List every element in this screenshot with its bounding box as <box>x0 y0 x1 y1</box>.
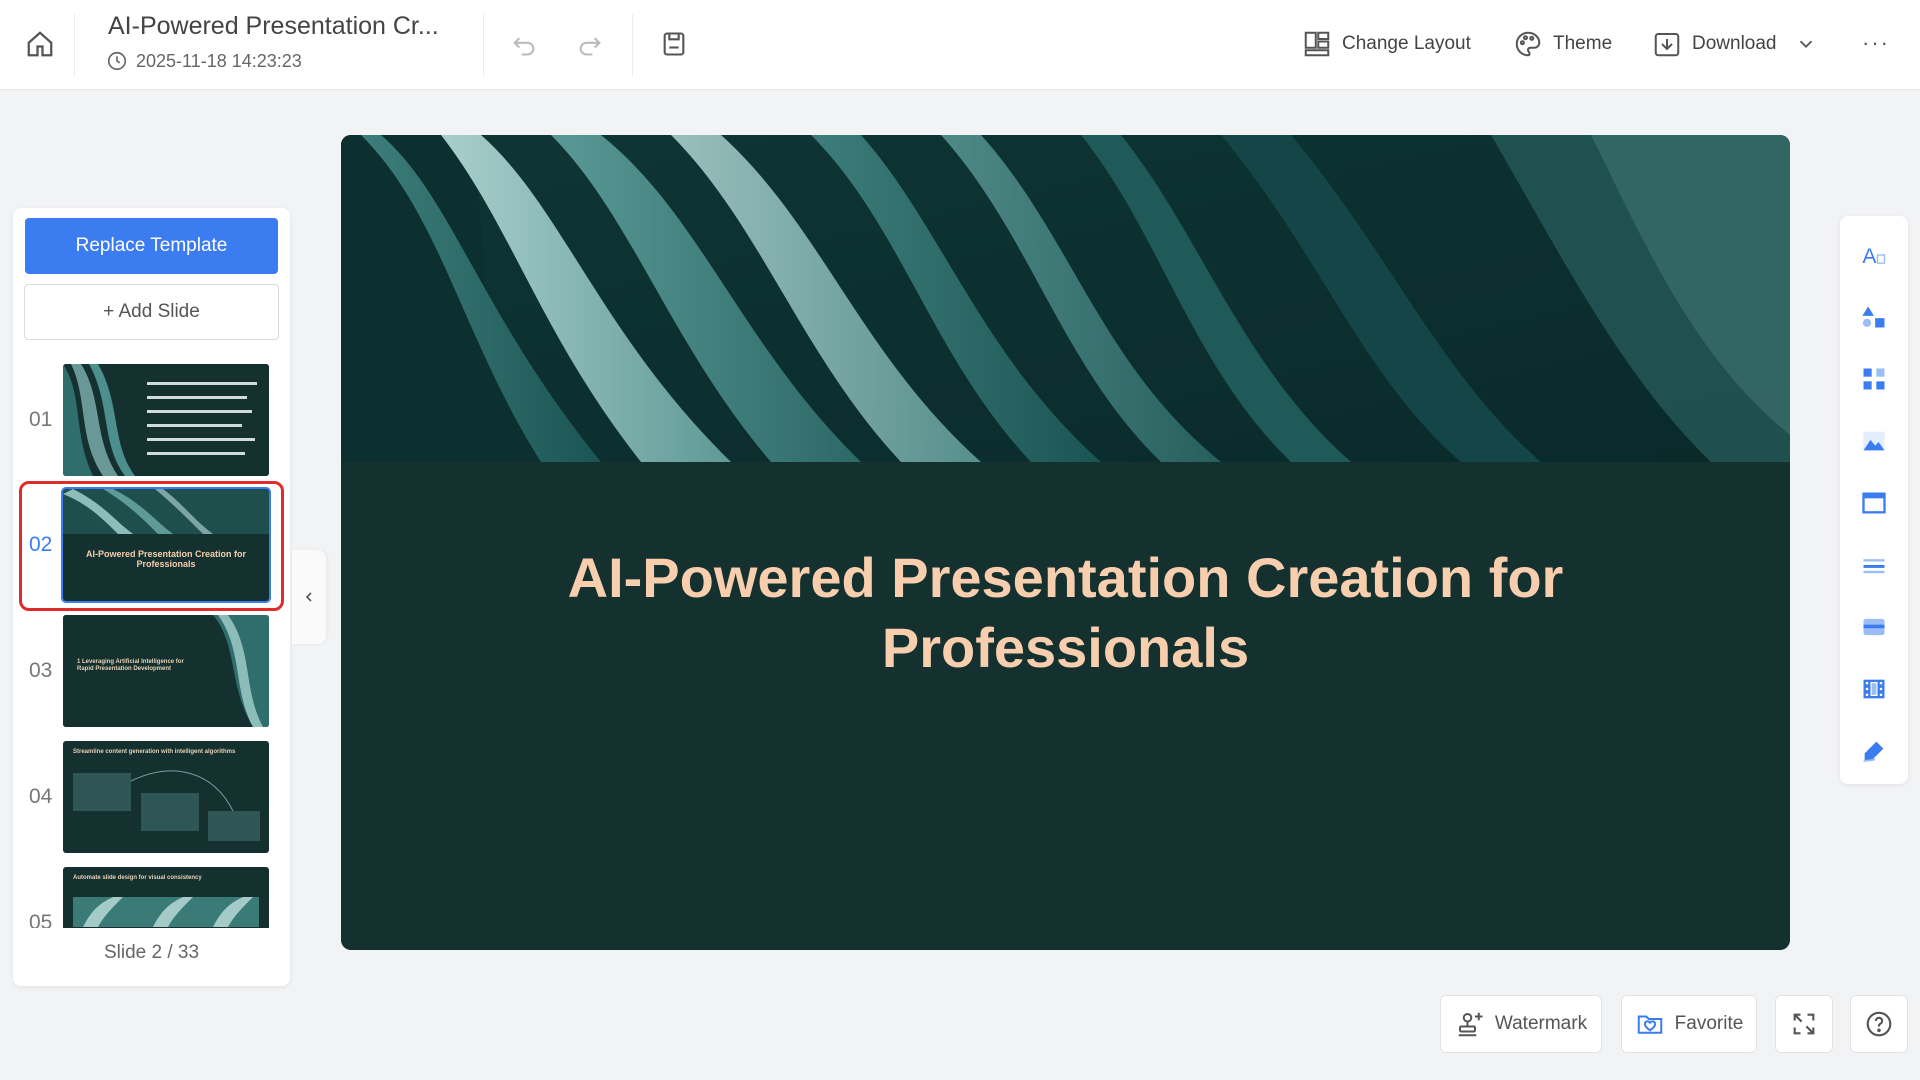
slide-thumbnail[interactable] <box>63 364 269 476</box>
redo-button[interactable] <box>572 26 608 62</box>
history-icon <box>107 51 127 71</box>
insert-shape-button[interactable] <box>1857 300 1891 334</box>
slide-thumbnail-item[interactable]: 04 Streamline content generation with in… <box>13 741 290 857</box>
home-button[interactable] <box>22 26 58 62</box>
more-options-icon[interactable]: ··· <box>1862 30 1890 56</box>
chevron-left-icon <box>305 592 312 602</box>
slide-thumb-title: 1 Leveraging Artificial Intelligence for… <box>77 659 184 672</box>
slide-preview-graphic <box>73 770 260 841</box>
divider <box>483 14 484 76</box>
slide-thumbnail[interactable]: AI-Powered Presentation Creation for Pro… <box>61 487 271 603</box>
slide-canvas[interactable]: AI-Powered Presentation Creation for Pro… <box>341 135 1790 950</box>
insert-image-button[interactable] <box>1857 424 1891 458</box>
image-icon <box>1863 431 1885 451</box>
slide-panel: Replace Template + Add Slide 01 02 AI-Po… <box>13 208 290 986</box>
icons-grid-icon <box>1863 368 1885 390</box>
slide-thumbnail[interactable]: 1 Leveraging Artificial Intelligence for… <box>63 615 269 727</box>
collapse-panel-button[interactable] <box>292 550 326 644</box>
change-layout-label: Change Layout <box>1342 33 1471 54</box>
insert-table-button[interactable] <box>1857 610 1891 644</box>
add-slide-button[interactable]: + Add Slide <box>24 284 279 340</box>
undo-button[interactable] <box>506 26 542 62</box>
insert-video-button[interactable] <box>1857 672 1891 706</box>
home-icon <box>27 31 53 57</box>
favorite-label: Favorite <box>1674 1013 1744 1034</box>
theme-label: Theme <box>1553 33 1613 54</box>
film-icon <box>1863 679 1885 699</box>
timestamp-text: 2025-11-18 14:23:23 <box>136 50 302 71</box>
save-icon <box>663 32 685 56</box>
watermark-button[interactable]: Watermark <box>1440 995 1602 1053</box>
slide-title-line-1: AI-Powered Presentation Creation for <box>567 546 1564 609</box>
divider <box>74 14 75 76</box>
insert-divider-button[interactable] <box>1857 548 1891 582</box>
download-button[interactable]: Download <box>1652 22 1817 66</box>
slide-preview-graphic <box>73 897 259 927</box>
save-button[interactable] <box>656 26 692 62</box>
insert-draw-button[interactable] <box>1857 734 1891 768</box>
chevron-down-icon[interactable] <box>1795 33 1817 55</box>
slide-thumbnail-item[interactable]: 03 1 Leveraging Artificial Intelligence … <box>13 615 290 731</box>
insert-toolbar: A <box>1840 216 1908 784</box>
slide-number: 02 <box>29 533 53 556</box>
download-label: Download <box>1692 33 1777 54</box>
watermark-icon <box>1458 1012 1483 1037</box>
change-layout-button[interactable]: Change Layout <box>1302 22 1471 66</box>
svg-text:A: A <box>1862 245 1876 268</box>
redo-icon <box>579 37 601 56</box>
top-bar: AI-Powered Presentation Cr... 2025-11-18… <box>0 0 1920 90</box>
shapes-icon <box>1862 306 1885 328</box>
table-icon <box>1863 618 1885 636</box>
theme-button[interactable]: Theme <box>1513 22 1612 66</box>
help-icon <box>1866 1011 1892 1037</box>
replace-template-button[interactable]: Replace Template <box>25 218 278 274</box>
layout-icon <box>1304 31 1330 57</box>
slide-number: 03 <box>29 659 53 682</box>
slide-list[interactable]: 01 02 AI-Powered Presentation Creation f… <box>13 356 290 928</box>
download-icon <box>1654 33 1680 57</box>
slide-thumbnail-item-active[interactable]: 02 AI-Powered Presentation Creation for … <box>13 481 290 611</box>
slide-header-image[interactable] <box>341 135 1790 462</box>
favorite-folder-icon <box>1637 1015 1662 1034</box>
insert-icon-button[interactable] <box>1857 362 1891 396</box>
palette-icon <box>1515 31 1541 57</box>
slide-thumbnail-item[interactable]: 01 <box>13 364 290 480</box>
slide-counter: Slide 2 / 33 <box>103 942 200 963</box>
insert-text-button[interactable]: A <box>1857 238 1891 272</box>
slide-preview-graphic <box>63 364 269 476</box>
pen-icon <box>1863 741 1884 763</box>
slide-thumbnail[interactable]: Streamline content generation with intel… <box>63 741 269 853</box>
slide-thumb-title: AI-Powered Presentation Creation for Pro… <box>85 549 247 569</box>
slide-thumbnail-item[interactable]: 05 Automate slide design for visual cons… <box>13 867 290 928</box>
document-title[interactable]: AI-Powered Presentation Cr... <box>108 12 439 41</box>
favorite-button[interactable]: Favorite <box>1621 995 1757 1053</box>
slide-title[interactable]: AI-Powered Presentation Creation for Pro… <box>341 543 1790 683</box>
line-icon <box>1863 559 1885 574</box>
save-timestamp: 2025-11-18 14:23:23 <box>106 50 302 72</box>
divider <box>632 14 633 76</box>
slide-preview-graphic <box>63 489 269 601</box>
slide-number: 01 <box>29 408 53 431</box>
fullscreen-icon <box>1793 1013 1815 1035</box>
insert-frame-button[interactable] <box>1857 486 1891 520</box>
slide-title-line-2: Professionals <box>881 616 1250 679</box>
slide-number: 04 <box>29 785 53 808</box>
undo-icon <box>513 37 535 56</box>
fullscreen-button[interactable] <box>1775 995 1833 1053</box>
watermark-label: Watermark <box>1494 1013 1588 1034</box>
help-button[interactable] <box>1850 995 1908 1053</box>
slide-number: 05 <box>29 911 53 928</box>
text-icon: A <box>1862 245 1886 268</box>
frame-icon <box>1862 492 1886 514</box>
slide-thumbnail[interactable]: Automate slide design for visual consist… <box>63 867 269 928</box>
